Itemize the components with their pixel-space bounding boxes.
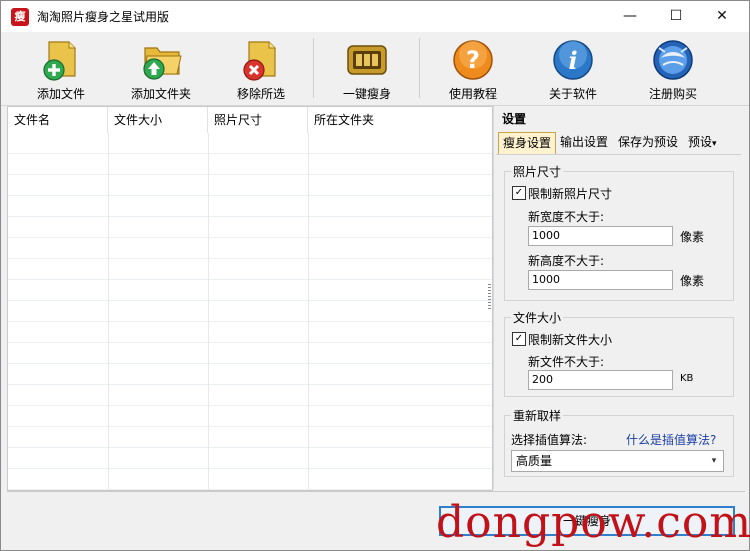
minimize-button[interactable]: — [607,1,653,32]
add-file-icon [43,41,76,81]
interpolation-selected-value: 高质量 [516,454,553,468]
toolbar-label: 注册购买 [648,87,697,101]
column-divider [108,133,109,490]
photo-size-group-title: 照片尺寸 [511,163,564,180]
close-button[interactable]: ✕ [699,1,745,32]
toolbar-divider [313,38,314,98]
toolbar-label: 添加文件夹 [130,87,191,101]
title-bar: 瘦 淘淘照片瘦身之星试用版 — ☐ ✕ [1,1,749,32]
max-file-size-input[interactable]: 200 [528,370,673,390]
width-unit-label: 像素 [680,230,705,244]
remove-selected-button[interactable]: 移除所选 [211,32,311,105]
site-watermark: dongpow.com [436,497,750,548]
help-tutorial-icon: ? [453,40,493,80]
column-header-folder[interactable]: 所在文件夹 [308,107,492,133]
resample-group-title: 重新取样 [511,407,564,424]
file-size-group-title: 文件大小 [511,309,564,326]
file-size-unit-label: KB [680,373,694,384]
svg-text:i: i [568,46,577,75]
column-header-photo-dimensions[interactable]: 照片尺寸 [208,107,308,133]
toolbar-label: 一键瘦身 [342,87,391,101]
tab-presets-label: 预设 [688,135,713,149]
limit-file-size-checkbox[interactable]: ✓ [512,332,526,346]
tab-presets-dropdown[interactable]: 预设▾ [684,132,721,153]
toolbar-label: 移除所选 [236,87,285,101]
toolbar: 添加文件 添加文件夹 移除所选 一键瘦身 ? 使用教程 i 关于软件 注册购买 [1,32,749,106]
one-click-slim-button[interactable]: 一键瘦身 [317,32,417,105]
max-file-size-label: 新文件不大于: [528,355,605,369]
column-divider [308,133,309,490]
app-logo-icon: 瘦 [11,8,29,26]
one-click-slim-icon [347,45,387,75]
toolbar-label: 使用教程 [448,87,497,101]
column-header-filesize[interactable]: 文件大小 [108,107,208,133]
settings-title: 设置 [502,112,527,126]
maximize-button[interactable]: ☐ [653,1,699,32]
file-size-group: 文件大小 ✓ 限制新文件大小 新文件不大于: 200 KB [504,309,734,397]
photo-size-group: 照片尺寸 ✓ 限制新照片尺寸 新宽度不大于: 1000 像素 新高度不大于: 1… [504,163,734,301]
panel-splitter[interactable] [488,284,491,310]
add-folder-button[interactable]: 添加文件夹 [111,32,211,105]
new-width-label: 新宽度不大于: [528,210,605,224]
tab-output-settings[interactable]: 输出设置 [556,132,612,153]
add-file-button[interactable]: 添加文件 [11,32,111,105]
settings-panel: 设置 瘦身设置 输出设置 保存为预设 预设▾ 照片尺寸 ✓ 限制新照片尺寸 新宽… [493,106,746,489]
chevron-down-icon: ▾ [711,456,717,466]
limit-photo-size-checkbox[interactable]: ✓ [512,186,526,200]
resample-group: 重新取样 选择插值算法: 什么是插值算法? 高质量 ▾ [504,407,734,477]
tab-save-preset[interactable]: 保存为预设 [614,132,682,153]
tutorial-button[interactable]: ? 使用教程 [423,32,523,105]
about-info-icon: i [553,40,593,80]
new-width-input[interactable]: 1000 [528,226,673,246]
about-button[interactable]: i 关于软件 [523,32,623,105]
limit-file-size-label: 限制新文件大小 [528,333,613,347]
new-height-input[interactable]: 1000 [528,270,673,290]
new-height-label: 新高度不大于: [528,254,605,268]
tab-slim-settings[interactable]: 瘦身设置 [498,132,557,155]
svg-text:?: ? [466,46,480,74]
interpolation-help-link[interactable]: 什么是插值算法? [626,431,716,448]
chevron-down-icon: ▾ [712,139,717,149]
height-unit-label: 像素 [680,274,705,288]
register-buy-button[interactable]: 注册购买 [623,32,723,105]
toolbar-label: 关于软件 [548,87,597,101]
tabs-divider [496,154,741,155]
toolbar-divider [419,38,420,98]
column-divider [208,133,209,490]
column-header-filename[interactable]: 文件名 [8,107,108,133]
file-list-rows[interactable] [8,133,492,490]
file-list-table[interactable]: 文件名 文件大小 照片尺寸 所在文件夹 [7,106,493,491]
add-folder-icon [143,47,182,80]
interpolation-label: 选择插值算法: [511,433,588,447]
app-window: 瘦 淘淘照片瘦身之星试用版 — ☐ ✕ 添加文件 添加文件夹 移除所选 一键瘦身… [0,0,750,551]
limit-photo-size-label: 限制新照片尺寸 [528,187,613,201]
interpolation-select[interactable]: 高质量 ▾ [511,450,724,472]
remove-selected-icon [243,41,276,81]
toolbar-label: 添加文件 [36,87,85,101]
register-buy-icon [653,40,693,80]
window-title: 淘淘照片瘦身之星试用版 [37,10,170,24]
